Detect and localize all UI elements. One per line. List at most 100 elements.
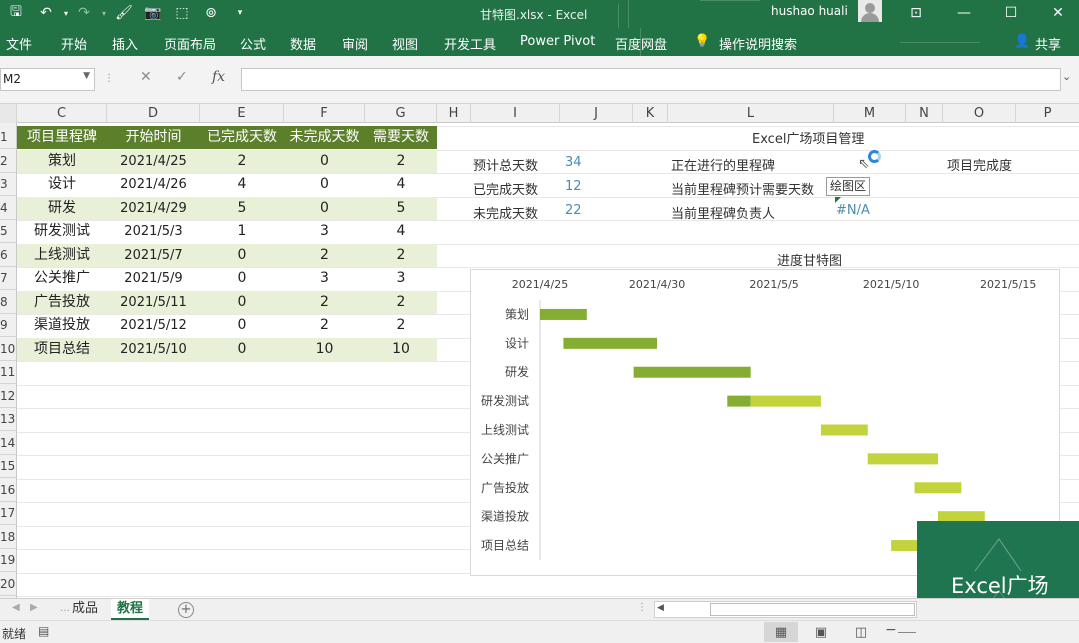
current-need-label[interactable]: 当前里程碑预计需要天数 [671,179,814,198]
total-days-value[interactable]: 34 [565,155,582,170]
select-all-corner[interactable] [0,104,17,123]
row-header[interactable]: 17 [0,502,16,525]
header-days-needed[interactable]: 需要天数 [365,126,437,149]
tab-data[interactable]: 数据 [290,34,316,53]
milestone-cell[interactable]: 设计 [17,173,107,196]
scrollbar-thumb[interactable] [710,603,915,616]
undo-dropdown-icon[interactable]: ▾ [56,3,76,23]
row-header[interactable]: 3 [0,173,16,196]
progress-label[interactable]: 项目完成度 [947,155,1012,174]
normal-view-icon[interactable]: ▦ [764,622,798,642]
camera-icon[interactable]: 📷 [143,3,163,23]
days-needed-cell[interactable]: 4 [365,220,437,243]
start-date-cell[interactable]: 2021/4/25 [107,150,200,173]
milestone-cell[interactable]: 公关推广 [17,267,107,290]
days-done-cell[interactable]: 1 [200,220,284,243]
milestone-cell[interactable]: 研发 [17,197,107,220]
start-date-cell[interactable]: 2021/5/9 [107,267,200,290]
row-header[interactable]: 11 [0,361,16,384]
row-header[interactable]: 6 [0,244,16,267]
row-header[interactable]: 9 [0,314,16,337]
milestone-cell[interactable]: 项目总结 [17,338,107,361]
row-header[interactable]: 15 [0,455,16,478]
header-start-date[interactable]: 开始时间 [107,126,200,149]
days-done-cell[interactable]: 0 [200,291,284,314]
row-header[interactable]: 5 [0,220,16,243]
column-header[interactable]: L [668,104,834,123]
current-owner-value[interactable]: #N/A [836,203,870,218]
record-icon[interactable]: ⊚ [201,3,221,23]
column-header[interactable]: P [1016,104,1079,123]
format-painter-icon[interactable]: 🖌 [114,3,134,23]
sheet-tab-tutorial[interactable]: 教程 [111,599,150,620]
chevron-down-icon[interactable]: ▼ [83,71,90,81]
row-header[interactable]: 19 [0,549,16,572]
user-name[interactable]: hushao huali [771,4,848,18]
zoom-slider[interactable] [898,632,916,633]
screen-capture-icon[interactable]: ⬚ [172,3,192,23]
add-sheet-icon[interactable]: + [178,602,194,618]
todo-days-label[interactable]: 未完成天数 [473,203,538,222]
tab-formulas[interactable]: 公式 [240,34,266,53]
days-done-cell[interactable]: 4 [200,173,284,196]
days-left-cell[interactable]: 2 [284,244,365,267]
days-left-cell[interactable]: 3 [284,267,365,290]
start-date-cell[interactable]: 2021/5/7 [107,244,200,267]
scroll-left-icon[interactable]: ◀ [657,603,664,613]
tab-file[interactable]: 文件 [6,34,32,53]
share-button[interactable]: 共享 [1035,34,1061,53]
column-header[interactable]: C [17,104,107,123]
days-left-cell[interactable]: 10 [284,338,365,361]
days-done-cell[interactable]: 0 [200,314,284,337]
days-left-cell[interactable]: 0 [284,150,365,173]
row-header[interactable]: 12 [0,385,16,408]
milestone-cell[interactable]: 渠道投放 [17,314,107,337]
days-left-cell[interactable]: 2 [284,314,365,337]
page-layout-view-icon[interactable]: ▣ [804,622,838,642]
customize-quick-access-icon[interactable]: ▾ [230,3,250,23]
column-header[interactable]: H [437,104,471,123]
start-date-cell[interactable]: 2021/5/10 [107,338,200,361]
bar-completed[interactable] [727,395,751,407]
column-header[interactable]: E [200,104,284,123]
bar-remaining[interactable] [867,453,938,465]
row-header[interactable]: 16 [0,479,16,502]
days-done-cell[interactable]: 0 [200,338,284,361]
row-header[interactable]: 8 [0,291,16,314]
days-needed-cell[interactable]: 4 [365,173,437,196]
days-left-cell[interactable]: 0 [284,197,365,220]
redo-icon[interactable]: ↷ [74,3,94,23]
dashboard-title[interactable]: Excel广场项目管理 [752,128,864,147]
bar-remaining[interactable] [750,395,821,407]
row-header[interactable]: 13 [0,408,16,431]
days-done-cell[interactable]: 0 [200,267,284,290]
zoom-out-icon[interactable]: − [885,622,897,638]
milestone-cell[interactable]: 广告投放 [17,291,107,314]
split-handle-icon[interactable]: ⋮ [637,602,647,613]
tab-view[interactable]: 视图 [392,34,418,53]
sheet-next-icon[interactable]: ▶ [30,602,38,613]
done-days-label[interactable]: 已完成天数 [473,179,538,198]
ribbon-display-icon[interactable]: ⊡ [904,2,928,24]
days-done-cell[interactable]: 0 [200,244,284,267]
milestone-cell[interactable]: 策划 [17,150,107,173]
start-date-cell[interactable]: 2021/5/3 [107,220,200,243]
column-header[interactable]: K [633,104,668,123]
macro-record-icon[interactable]: ▤ [38,624,49,638]
row-header[interactable]: 20 [0,573,16,596]
tab-insert[interactable]: 插入 [112,34,138,53]
row-header[interactable]: 14 [0,432,16,455]
days-needed-cell[interactable]: 2 [365,150,437,173]
start-date-cell[interactable]: 2021/4/26 [107,173,200,196]
days-done-cell[interactable]: 5 [200,197,284,220]
todo-days-value[interactable]: 22 [565,203,582,218]
header-milestone[interactable]: 项目里程碑 [17,126,107,149]
milestone-cell[interactable]: 上线测试 [17,244,107,267]
days-left-cell[interactable]: 0 [284,173,365,196]
redo-dropdown-icon[interactable]: ▾ [94,3,114,23]
days-needed-cell[interactable]: 5 [365,197,437,220]
formula-input[interactable] [241,68,1061,91]
header-days-done[interactable]: 已完成天数 [200,126,284,149]
days-needed-cell[interactable]: 2 [365,244,437,267]
column-header[interactable]: N [906,104,943,123]
